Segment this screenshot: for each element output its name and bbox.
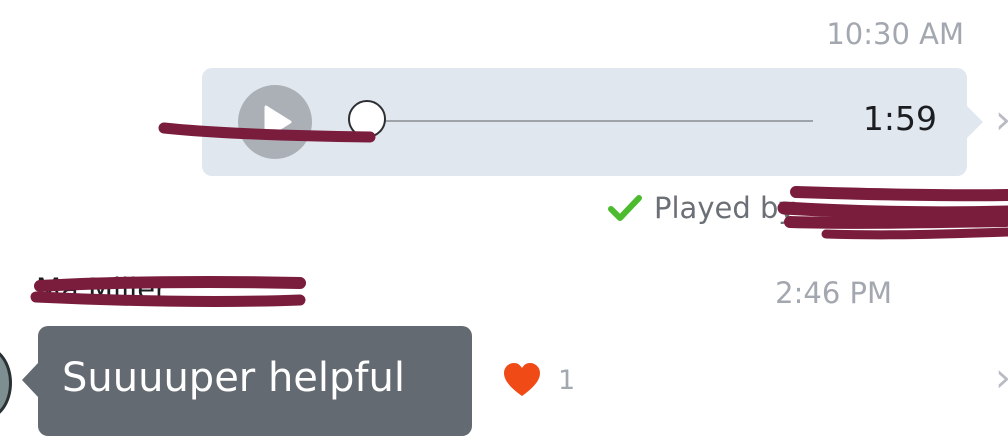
- incoming-timestamp: 2:46 PM: [775, 276, 892, 310]
- outgoing-timestamp: 10:30 AM: [826, 17, 964, 51]
- chevron-right-icon[interactable]: ›: [995, 100, 1008, 140]
- check-icon: [608, 195, 642, 221]
- redaction-mark: [777, 201, 1008, 220]
- redaction-mark: [784, 215, 1008, 229]
- heart-reaction[interactable]: 1: [502, 362, 575, 398]
- play-icon: [264, 105, 292, 139]
- audio-scrubber-knob[interactable]: [348, 100, 386, 138]
- played-status: Played by: [608, 188, 796, 228]
- message-text: Suuuuper helpful: [62, 355, 405, 401]
- reaction-count: 1: [558, 364, 576, 396]
- audio-duration: 1:59: [862, 99, 937, 138]
- avatar[interactable]: [0, 346, 12, 420]
- audio-progress-track[interactable]: [370, 120, 813, 122]
- play-button[interactable]: [238, 85, 312, 159]
- redaction-mark: [821, 227, 1008, 240]
- chevron-right-icon[interactable]: ›: [995, 358, 1008, 398]
- sender-name: Ma Miller: [36, 272, 167, 306]
- text-message-bubble[interactable]: Suuuuper helpful: [22, 326, 472, 436]
- played-by-label: Played by: [654, 191, 796, 225]
- voice-message-bubble: 1:59: [202, 68, 983, 176]
- heart-icon: [504, 363, 540, 396]
- redaction-mark: [790, 186, 1008, 202]
